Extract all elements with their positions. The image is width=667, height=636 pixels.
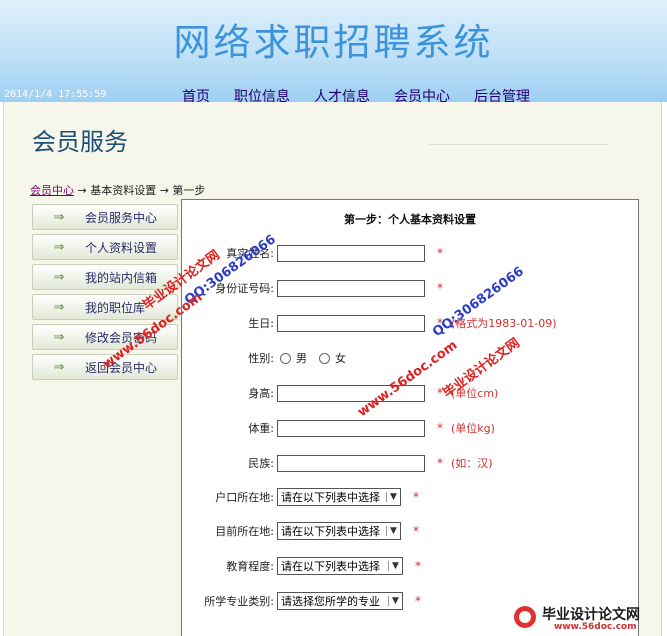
ethnicity-hint: (如：汉) bbox=[451, 457, 493, 470]
major-label: 所学专业类别: bbox=[204, 595, 274, 608]
required-mark: * bbox=[413, 490, 419, 504]
birthday-input[interactable] bbox=[277, 314, 425, 332]
height-hint: (单位cm) bbox=[451, 387, 499, 400]
row-hukou: 户口所在地: 请在以下列表中选择 ▼ * bbox=[182, 487, 638, 507]
required-mark: * bbox=[437, 421, 443, 435]
page-title: 会员服务 bbox=[32, 128, 128, 156]
profile-form: 第一步：个人基本资料设置 真实姓名: * 身份证号码: * 生日: * (格式为… bbox=[181, 199, 639, 636]
education-select-value: 请在以下列表中选择 bbox=[281, 560, 380, 573]
title-divider bbox=[429, 144, 609, 145]
current-location-label: 目前所在地: bbox=[215, 525, 274, 538]
current-location-select-value: 请在以下列表中选择 bbox=[281, 525, 380, 538]
gender-female-radio[interactable] bbox=[319, 352, 330, 364]
sidebar-item-back-member-center[interactable]: ⇒ 返回会员中心 bbox=[32, 354, 178, 380]
header-banner: 网络求职招聘系统 2014/1/4 17:55:59 首页 职位信息 人才信息 … bbox=[0, 0, 667, 105]
major-select-value: 请选择您所学的专业 bbox=[281, 595, 380, 608]
chevron-down-icon: ▼ bbox=[386, 492, 400, 502]
page-body: 会员服务 会员中心 → 基本资料设置 → 第一步 ⇒ 会员服务中心 ⇒ 个人资料… bbox=[3, 102, 662, 636]
row-real-name: 真实姓名: * bbox=[182, 243, 638, 263]
height-label: 身高: bbox=[248, 387, 274, 400]
chevron-down-icon: ▼ bbox=[386, 526, 400, 536]
arrow-right-icon: ⇒ bbox=[53, 299, 65, 315]
sidebar-item-label: 修改会员密码 bbox=[85, 330, 158, 345]
birthday-hint: (格式为1983-01-09) bbox=[451, 317, 557, 330]
birthday-label: 生日: bbox=[248, 317, 274, 330]
real-name-label: 真实姓名: bbox=[226, 247, 274, 260]
gender-label: 性别: bbox=[248, 352, 274, 365]
breadcrumb: 会员中心 → 基本资料设置 → 第一步 bbox=[30, 182, 205, 198]
row-birthday: 生日: * (格式为1983-01-09) bbox=[182, 313, 638, 333]
sidebar-item-label: 我的站内信箱 bbox=[85, 270, 158, 285]
sidebar: ⇒ 会员服务中心 ⇒ 个人资料设置 ⇒ 我的站内信箱 ⇒ 我的职位库 ⇒ 修改会… bbox=[32, 204, 178, 384]
id-number-label: 身份证号码: bbox=[215, 282, 274, 295]
sidebar-item-job-library[interactable]: ⇒ 我的职位库 bbox=[32, 294, 178, 320]
arrow-right-icon: ⇒ bbox=[53, 209, 65, 225]
required-mark: * bbox=[437, 386, 443, 400]
row-ethnicity: 民族: * (如：汉) bbox=[182, 453, 638, 473]
sidebar-item-service-center[interactable]: ⇒ 会员服务中心 bbox=[32, 204, 178, 230]
sidebar-item-label: 会员服务中心 bbox=[85, 210, 158, 225]
education-label: 教育程度: bbox=[226, 560, 274, 573]
row-height: 身高: * (单位cm) bbox=[182, 383, 638, 403]
arrow-right-icon: ⇒ bbox=[53, 359, 65, 375]
weight-hint: (单位kg) bbox=[451, 422, 495, 435]
footer-logo-url: www.56doc.com bbox=[554, 622, 637, 632]
weight-input[interactable] bbox=[277, 419, 425, 437]
breadcrumb-rest: → 基本资料设置 → 第一步 bbox=[74, 184, 206, 197]
major-select[interactable]: 请选择您所学的专业 ▼ bbox=[277, 592, 403, 610]
hukou-select-value: 请在以下列表中选择 bbox=[281, 491, 380, 504]
sidebar-item-label: 返回会员中心 bbox=[85, 360, 158, 375]
height-input[interactable] bbox=[277, 384, 425, 402]
footer-logo-text: 毕业设计论文网 bbox=[542, 607, 640, 623]
ethnicity-input[interactable] bbox=[277, 454, 425, 472]
real-name-input[interactable] bbox=[277, 244, 425, 262]
arrow-right-icon: ⇒ bbox=[53, 269, 65, 285]
current-location-select[interactable]: 请在以下列表中选择 ▼ bbox=[277, 522, 401, 540]
hukou-label: 户口所在地: bbox=[215, 491, 274, 504]
required-mark: * bbox=[437, 456, 443, 470]
required-mark: * bbox=[437, 316, 443, 330]
row-weight: 体重: * (单位kg) bbox=[182, 418, 638, 438]
datetime-display: 2014/1/4 17:55:59 bbox=[4, 89, 107, 100]
row-gender: 性别: 男 女 bbox=[182, 348, 638, 368]
footer-logo: 毕业设计论文网 www.56doc.com bbox=[514, 602, 664, 634]
gender-male-radio[interactable] bbox=[280, 352, 291, 364]
required-mark: * bbox=[437, 281, 443, 295]
weight-label: 体重: bbox=[248, 422, 274, 435]
gender-male-label: 男 bbox=[296, 352, 307, 365]
arrow-right-icon: ⇒ bbox=[53, 329, 65, 345]
arrow-right-icon: ⇒ bbox=[53, 239, 65, 255]
id-number-input[interactable] bbox=[277, 279, 425, 297]
ethnicity-label: 民族: bbox=[248, 457, 274, 470]
form-heading: 第一步：个人基本资料设置 bbox=[344, 213, 476, 226]
row-id-number: 身份证号码: * bbox=[182, 278, 638, 298]
education-select[interactable]: 请在以下列表中选择 ▼ bbox=[277, 557, 403, 575]
required-mark: * bbox=[413, 524, 419, 538]
sidebar-item-label: 我的职位库 bbox=[85, 300, 146, 315]
logo-emblem-icon bbox=[514, 606, 536, 628]
required-mark: * bbox=[415, 594, 421, 608]
required-mark: * bbox=[437, 246, 443, 260]
hukou-select[interactable]: 请在以下列表中选择 ▼ bbox=[277, 488, 401, 506]
gender-female-label: 女 bbox=[335, 352, 346, 365]
chevron-down-icon: ▼ bbox=[388, 596, 402, 606]
row-current-location: 目前所在地: 请在以下列表中选择 ▼ * bbox=[182, 521, 638, 541]
breadcrumb-member-center[interactable]: 会员中心 bbox=[30, 184, 74, 197]
chevron-down-icon: ▼ bbox=[388, 561, 402, 571]
required-mark: * bbox=[415, 559, 421, 573]
sidebar-item-inbox[interactable]: ⇒ 我的站内信箱 bbox=[32, 264, 178, 290]
row-education: 教育程度: 请在以下列表中选择 ▼ * bbox=[182, 556, 638, 576]
sidebar-item-profile-settings[interactable]: ⇒ 个人资料设置 bbox=[32, 234, 178, 260]
site-title: 网络求职招聘系统 bbox=[173, 21, 494, 64]
sidebar-item-change-password[interactable]: ⇒ 修改会员密码 bbox=[32, 324, 178, 350]
sidebar-item-label: 个人资料设置 bbox=[85, 240, 158, 255]
